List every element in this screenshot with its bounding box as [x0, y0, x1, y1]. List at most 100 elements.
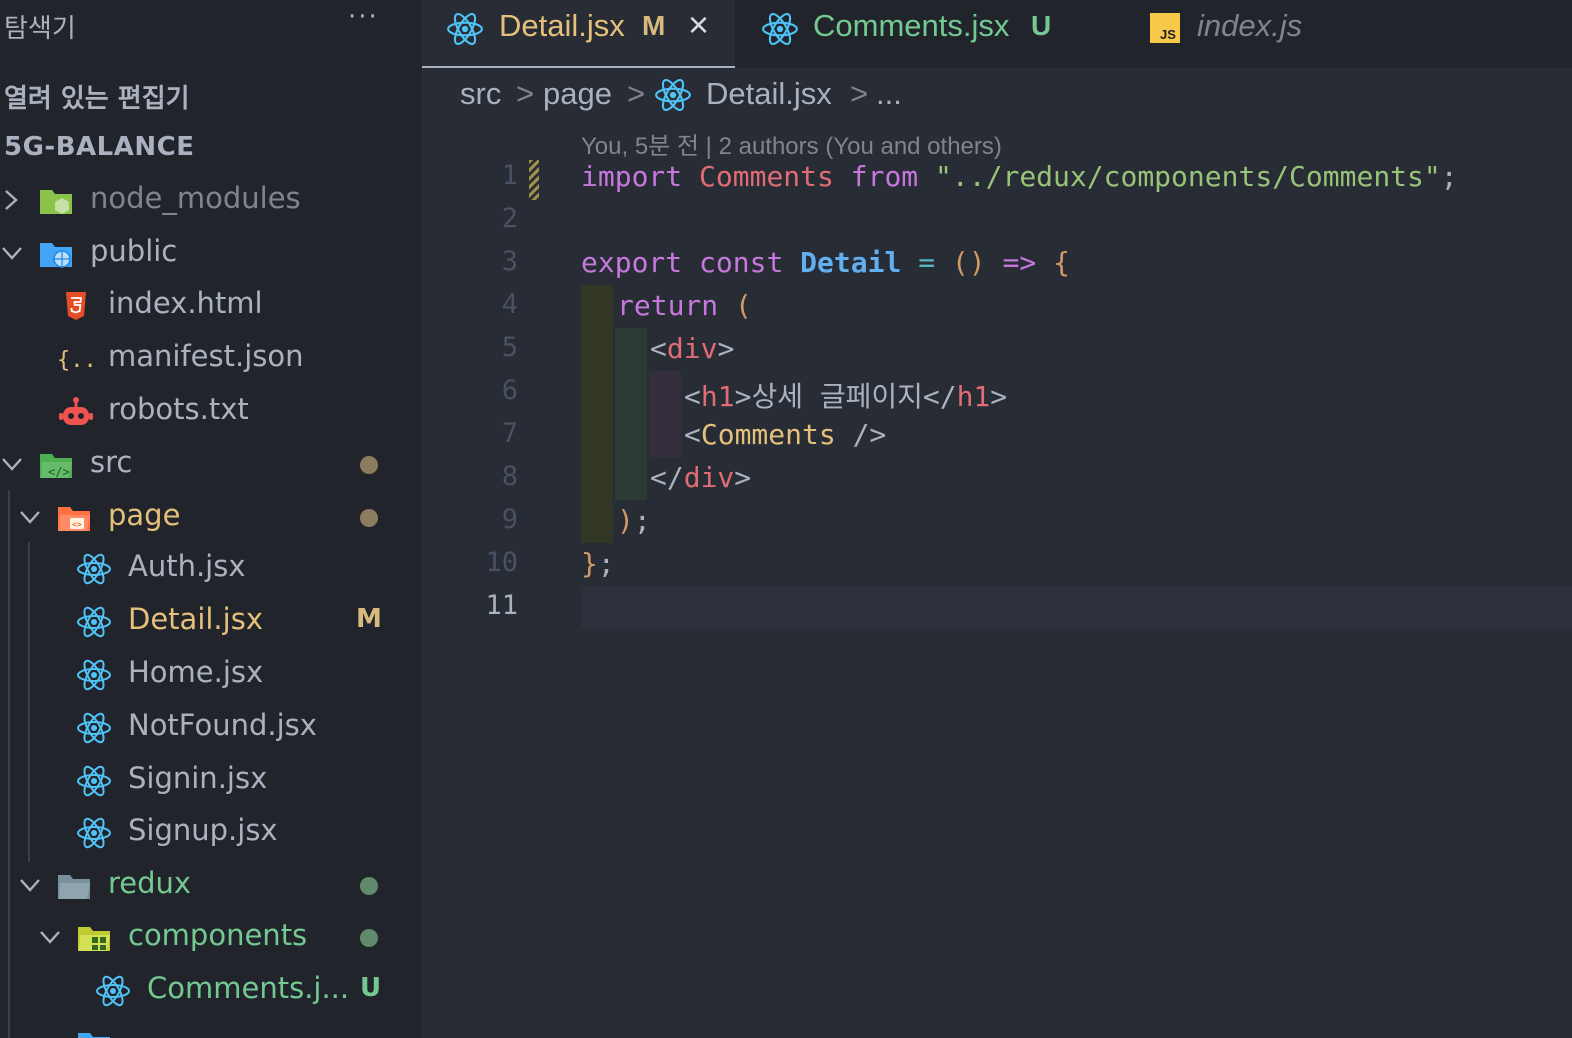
chevron-down-icon — [2, 247, 22, 260]
breadcrumb-separator: > — [627, 76, 646, 111]
indent-guide — [649, 414, 681, 457]
open-editors-section[interactable]: 열려 있는 편집기 — [4, 78, 190, 115]
chevron-down-icon — [40, 931, 60, 944]
breadcrumb-file[interactable]: Detail.jsx — [706, 76, 832, 112]
tab-comments-jsx[interactable]: Comments.jsx U — [735, 0, 1125, 68]
react-icon — [77, 606, 111, 638]
code-line: 3 export const Detail = () => { — [422, 242, 1572, 285]
tree-item-signup-jsx[interactable]: Signup.jsx — [0, 807, 422, 859]
tree-item-node-modules[interactable]: node_modules — [0, 175, 422, 227]
line-number: 2 — [501, 203, 518, 234]
code-content: <Comments /> — [684, 418, 887, 451]
project-section[interactable]: 5G-BALANCE — [4, 132, 194, 162]
modified-dot-badge — [360, 456, 378, 474]
tab-index-js[interactable]: JS index.js — [1125, 0, 1425, 68]
code-content: import Comments from "../redux/component… — [581, 160, 1458, 193]
code-line: 1 import Comments from "../redux/compone… — [422, 156, 1572, 199]
react-icon — [77, 553, 111, 585]
line-number: 5 — [501, 332, 518, 363]
tree-item-partial[interactable] — [0, 1018, 422, 1038]
code-line: 11 — [422, 586, 1572, 629]
tree-item-label: Auth.jsx — [128, 549, 246, 583]
tab-label: Detail.jsx — [499, 8, 625, 43]
tree-item-manifest-json[interactable]: {..} manifest.json — [0, 333, 422, 385]
breadcrumb-symbols[interactable]: ... — [876, 76, 902, 112]
react-icon — [655, 78, 691, 112]
html5-icon — [66, 292, 86, 320]
folder-icon — [78, 1033, 110, 1038]
tree-item-index-html[interactable]: index.html — [0, 280, 422, 332]
tree-item-label: Comments.j... — [147, 971, 350, 1005]
editor-area: Detail.jsx M × Comments.jsx U JS index.j… — [422, 0, 1572, 1038]
modified-badge: M — [356, 604, 382, 634]
tree-item-home-jsx[interactable]: Home.jsx — [0, 649, 422, 701]
indent-guide — [615, 328, 647, 371]
tree-item-label: robots.txt — [108, 392, 249, 426]
indent-guide — [581, 371, 613, 414]
line-number: 9 — [501, 504, 518, 535]
tab-bar: Detail.jsx M × Comments.jsx U JS index.j… — [422, 0, 1572, 68]
tab-label: index.js — [1197, 8, 1303, 43]
tree-item-redux[interactable]: redux — [0, 860, 422, 912]
react-icon — [77, 765, 111, 797]
tree-item-label: public — [90, 234, 178, 268]
untracked-dot-badge — [360, 877, 378, 895]
breadcrumb-src[interactable]: src — [460, 76, 501, 112]
tree-item-notfound-jsx[interactable]: NotFound.jsx — [0, 702, 422, 754]
chevron-down-icon — [20, 879, 40, 892]
line-number: 7 — [501, 418, 518, 449]
public-folder-icon — [40, 243, 72, 268]
untracked-dot-badge — [360, 929, 378, 947]
tree-item-page[interactable]: <> page — [0, 492, 422, 544]
redux-folder-icon — [58, 875, 90, 899]
tree-item-label: NotFound.jsx — [128, 708, 317, 742]
code-line: 6 <h1>상세 글페이지</h1> — [422, 371, 1572, 414]
svg-text:JS: JS — [1160, 27, 1176, 42]
code-line: 10 }; — [422, 543, 1572, 586]
tab-detail-jsx[interactable]: Detail.jsx M × — [422, 0, 735, 68]
close-icon[interactable]: × — [688, 4, 709, 46]
more-actions-icon[interactable]: ··· — [348, 2, 379, 32]
tree-item-comments-jsx[interactable]: Comments.j... U — [0, 965, 422, 1017]
react-icon — [96, 975, 130, 1007]
modified-badge: M — [642, 10, 666, 41]
svg-text:{..}: {..} — [57, 348, 92, 373]
src-folder-icon: </> — [40, 454, 72, 479]
tree-item-auth-jsx[interactable]: Auth.jsx — [0, 543, 422, 595]
react-icon — [77, 712, 111, 744]
tree-item-label: components — [128, 918, 308, 952]
tree-item-label: Signin.jsx — [128, 761, 268, 795]
robot-icon — [59, 397, 93, 425]
explorer-sidebar: 탐색기 ··· 열려 있는 편집기 5G-BALANCE node_module… — [0, 0, 422, 1038]
tree-item-detail-jsx[interactable]: Detail.jsx M — [0, 596, 422, 648]
svg-text:<>: <> — [72, 520, 82, 529]
code-content: export const Detail = () => { — [581, 246, 1070, 279]
tree-item-components[interactable]: components — [0, 912, 422, 964]
react-icon — [447, 12, 483, 46]
indent-guide — [615, 414, 647, 457]
indent-guide — [581, 457, 613, 500]
code-line: 8 </div> — [422, 457, 1572, 500]
code-line: 4 return ( — [422, 285, 1572, 328]
breadcrumb-separator: > — [850, 76, 869, 111]
tree-item-label: Home.jsx — [128, 655, 264, 689]
code-line: 9 ); — [422, 500, 1572, 543]
tree-item-robots-txt[interactable]: robots.txt — [0, 386, 422, 438]
line-number: 4 — [501, 289, 518, 320]
tree-item-signin-jsx[interactable]: Signin.jsx — [0, 755, 422, 807]
line-number: 1 — [501, 160, 518, 191]
code-content: return ( — [617, 289, 752, 322]
code-content: <div> — [650, 332, 735, 365]
tree-item-label: page — [108, 498, 181, 532]
tree-item-label: Signup.jsx — [128, 813, 278, 847]
untracked-badge: U — [1031, 10, 1052, 41]
tree-item-public[interactable]: public — [0, 228, 422, 280]
tree-item-label: Detail.jsx — [128, 602, 263, 636]
tree-item-src[interactable]: </> src — [0, 439, 422, 491]
breadcrumb-page[interactable]: page — [543, 76, 612, 112]
json-icon: {..} — [57, 348, 92, 373]
react-icon — [77, 817, 111, 849]
react-icon — [77, 659, 111, 691]
indent-guide — [649, 371, 681, 414]
indent-guide — [581, 328, 613, 371]
